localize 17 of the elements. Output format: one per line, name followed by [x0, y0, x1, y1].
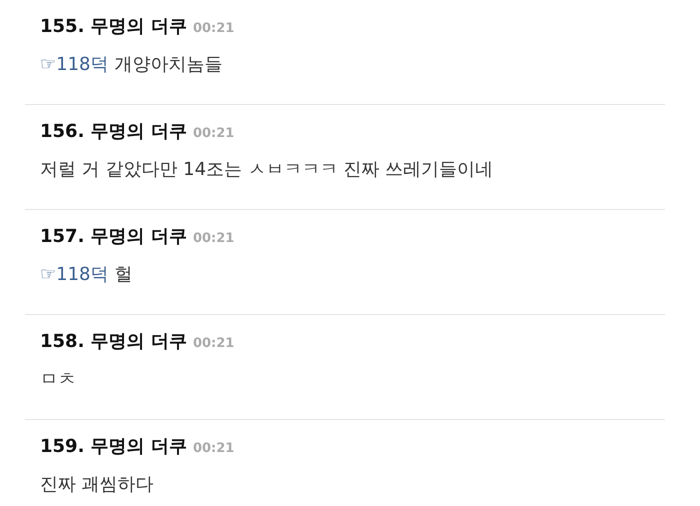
comment-author: 159. 무명의 더쿠: [40, 435, 187, 458]
reply-link[interactable]: ☞118덕: [40, 52, 108, 76]
comment-text: ㅁㅊ: [40, 368, 76, 391]
comment-time: 00:21: [192, 336, 234, 351]
comment-text: 진짜 괘씸하다: [40, 473, 154, 496]
comment-time: 00:21: [192, 441, 234, 456]
comment-time: 00:21: [192, 126, 234, 141]
comment-author: 155. 무명의 더쿠: [40, 15, 187, 38]
reply-link[interactable]: ☞118덕: [40, 262, 108, 286]
comment-time: 00:21: [192, 21, 234, 36]
comment-author: 157. 무명의 더쿠: [40, 225, 187, 248]
comment-author: 156. 무명의 더쿠: [40, 120, 187, 143]
comment-author: 158. 무명의 더쿠: [40, 330, 187, 353]
comment-time: 00:21: [192, 231, 234, 246]
comment-text: 개양아치놈들: [114, 53, 222, 76]
comment-text: 헐: [114, 263, 132, 286]
comment-text: 저럴 거 같았다만 14조는 ㅅㅂㅋㅋㅋ 진짜 쓰레기들이네: [40, 158, 494, 181]
